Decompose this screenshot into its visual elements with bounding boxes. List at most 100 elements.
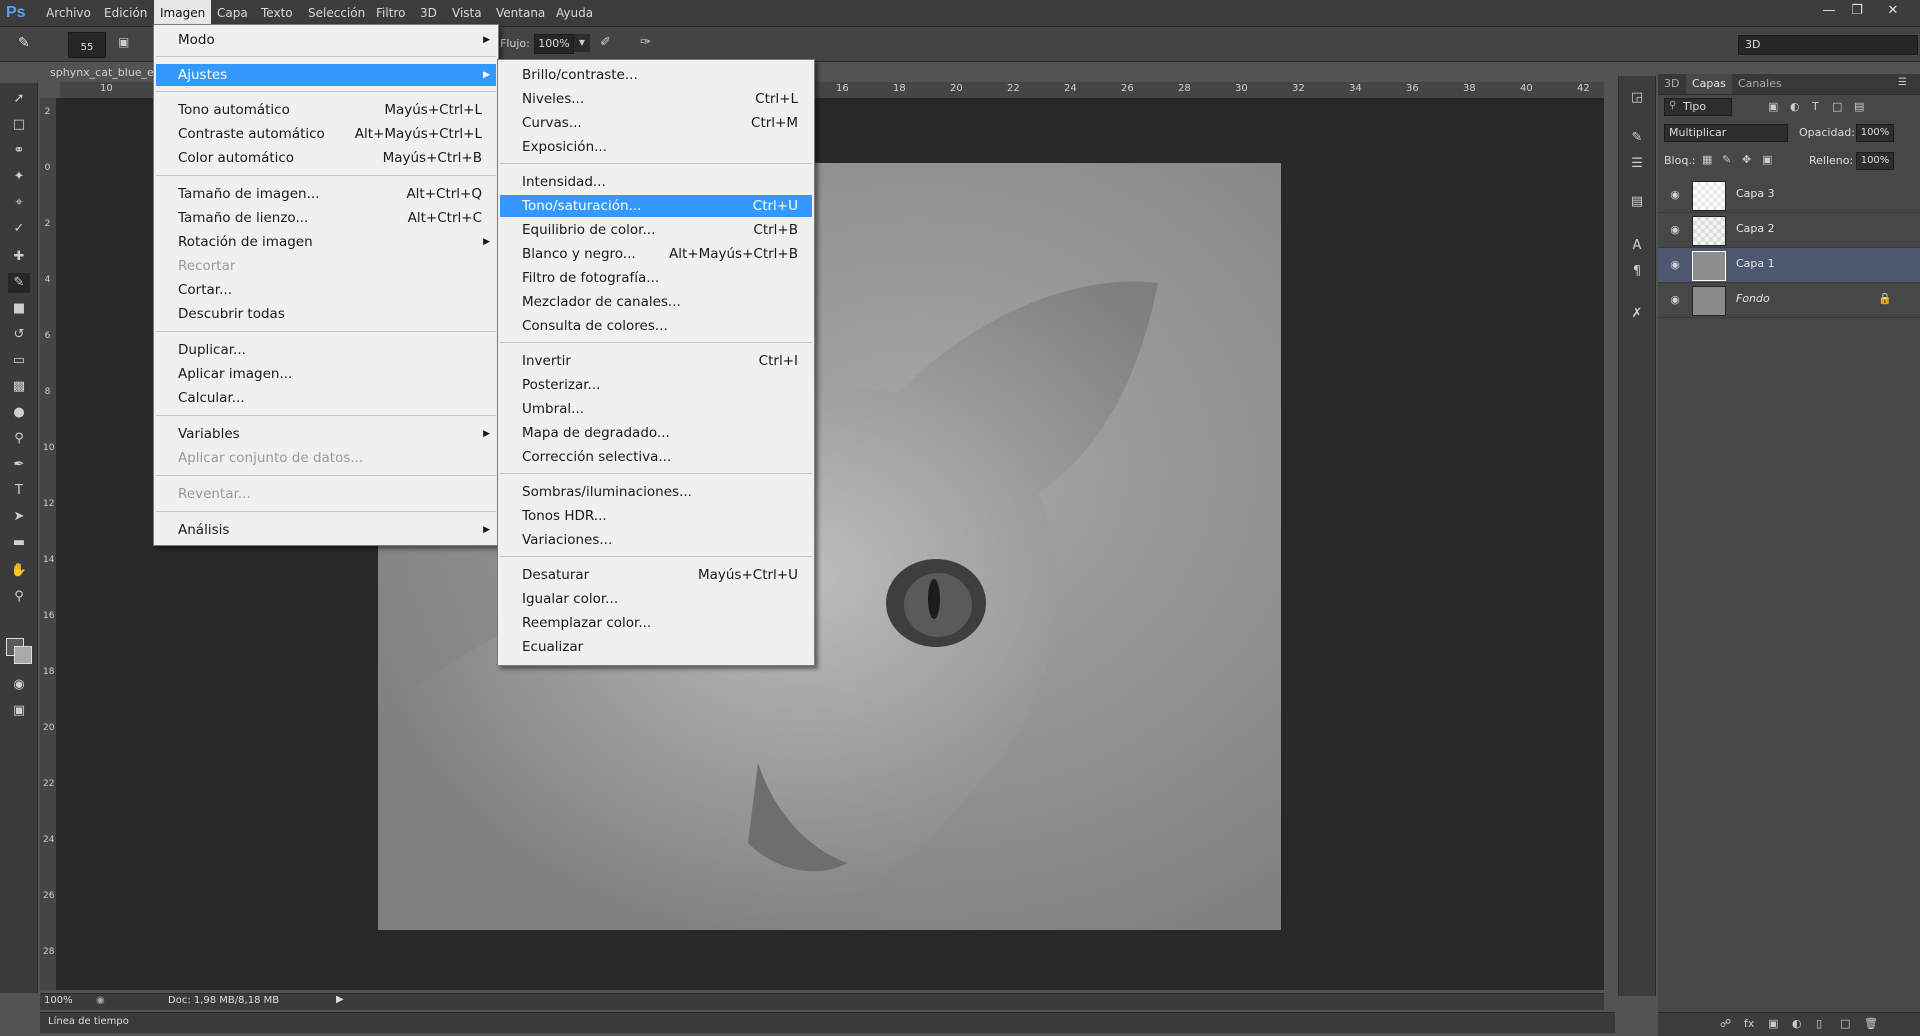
eraser-tool-icon[interactable]: ▭ xyxy=(8,351,30,371)
menu-item-curvas[interactable]: Curvas... Ctrl+M xyxy=(500,112,812,134)
menu-item-invertir[interactable]: Invertir Ctrl+I xyxy=(500,350,812,372)
menu-ayuda[interactable]: Ayuda xyxy=(550,0,599,26)
menu-seleccion[interactable]: Selección xyxy=(302,0,371,26)
menu-item-intensidad[interactable]: Intensidad... xyxy=(500,171,812,193)
menu-item-equilibrio-color[interactable]: Equilibrio de color... Ctrl+B xyxy=(500,219,812,241)
brush-size-picker[interactable]: 55 xyxy=(68,32,106,58)
new-layer-icon[interactable]: □ xyxy=(1840,1017,1850,1030)
menu-item-tamano-imagen[interactable]: Tamaño de imagen... Alt+Ctrl+Q xyxy=(156,183,496,205)
crop-tool-icon[interactable]: ⌖ xyxy=(8,193,30,213)
layer-row[interactable]: ◉ Fondo 🔒 xyxy=(1658,283,1920,318)
menu-item-consulta-colores[interactable]: Consulta de colores... xyxy=(500,315,812,337)
layer-filter-select[interactable]: ⚲ Tipo xyxy=(1664,98,1732,116)
menu-texto[interactable]: Texto xyxy=(255,0,299,26)
add-mask-icon[interactable]: ▣ xyxy=(1768,1017,1778,1030)
brush-panel-icon[interactable]: ▣ xyxy=(118,35,136,53)
menu-item-reventar[interactable]: Reventar... xyxy=(156,483,496,505)
tab-canales[interactable]: Canales xyxy=(1732,74,1788,94)
menu-item-calcular[interactable]: Calcular... xyxy=(156,387,496,409)
history-panel-icon[interactable]: ◲ xyxy=(1627,88,1647,108)
tab-3d[interactable]: 3D xyxy=(1658,74,1685,94)
menu-item-aplicar-imagen[interactable]: Aplicar imagen... xyxy=(156,363,496,385)
visibility-eye-icon[interactable]: ◉ xyxy=(1668,258,1682,272)
menu-item-modo[interactable]: Modo ▶ xyxy=(156,29,496,51)
adjustment-layer-icon[interactable]: ◐ xyxy=(1792,1017,1802,1030)
eyedropper-tool-icon[interactable]: ✓ xyxy=(8,219,30,239)
menu-archivo[interactable]: Archivo xyxy=(40,0,97,26)
gradient-tool-icon[interactable]: ▩ xyxy=(8,377,30,397)
menu-item-tono-saturacion[interactable]: Tono/saturación... Ctrl+U xyxy=(500,195,812,217)
marquee-tool-icon[interactable]: □ xyxy=(8,115,30,135)
status-menu-arrow-icon[interactable]: ▶ xyxy=(336,994,344,1005)
menu-item-umbral[interactable]: Umbral... xyxy=(500,398,812,420)
menu-item-niveles[interactable]: Niveles... Ctrl+L xyxy=(500,88,812,110)
new-group-icon[interactable]: ▯ xyxy=(1816,1017,1822,1030)
menu-item-recortar[interactable]: Recortar xyxy=(156,255,496,277)
menu-capa[interactable]: Capa xyxy=(211,0,254,26)
menu-item-tono-automatico[interactable]: Tono automático Mayús+Ctrl+L xyxy=(156,99,496,121)
background-color-swatch[interactable] xyxy=(14,646,32,664)
menu-item-exposicion[interactable]: Exposición... xyxy=(500,136,812,158)
lock-transparent-icon[interactable]: ▦ xyxy=(1702,153,1712,166)
lasso-tool-icon[interactable]: ⚭ xyxy=(8,141,30,161)
filter-type-icon[interactable]: T xyxy=(1812,100,1819,113)
rectangle-tool-icon[interactable]: ▬ xyxy=(8,533,30,553)
visibility-eye-icon[interactable]: ◉ xyxy=(1668,293,1682,307)
dodge-tool-icon[interactable]: ⚲ xyxy=(8,429,30,449)
zoom-level[interactable]: 100% xyxy=(44,995,73,1006)
brush-presets-icon[interactable]: ✎ xyxy=(1627,128,1647,148)
tab-capas[interactable]: Capas xyxy=(1686,74,1732,94)
link-layers-icon[interactable]: ☍ xyxy=(1720,1017,1731,1030)
clone-stamp-tool-icon[interactable]: ■ xyxy=(8,299,30,319)
menu-item-rotacion-imagen[interactable]: Rotación de imagen ▶ xyxy=(156,231,496,253)
menu-item-variaciones[interactable]: Variaciones... xyxy=(500,529,812,551)
status-export-icon[interactable]: ◉ xyxy=(96,995,105,1006)
blur-tool-icon[interactable]: ● xyxy=(8,403,30,423)
flow-dropdown-icon[interactable]: ▼ xyxy=(574,34,590,52)
menu-item-duplicar[interactable]: Duplicar... xyxy=(156,339,496,361)
adjustments-icon[interactable]: ☰ xyxy=(1627,154,1647,174)
menu-filtro[interactable]: Filtro xyxy=(370,0,411,26)
filter-shape-icon[interactable]: □ xyxy=(1832,100,1842,113)
quick-selection-tool-icon[interactable]: ✦ xyxy=(8,167,30,187)
brush-tool-icon[interactable]: ✎ xyxy=(18,35,40,53)
path-selection-tool-icon[interactable]: ➤ xyxy=(8,507,30,527)
quick-mask-icon[interactable]: ◉ xyxy=(8,675,30,695)
menu-item-tamano-lienzo[interactable]: Tamaño de lienzo... Alt+Ctrl+C xyxy=(156,207,496,229)
zoom-tool-icon[interactable]: ⚲ xyxy=(8,587,30,607)
filter-pixel-icon[interactable]: ▣ xyxy=(1768,100,1778,113)
timeline-tab[interactable]: Línea de tiempo xyxy=(48,1016,129,1027)
layer-row[interactable]: ◉ Capa 2 xyxy=(1658,213,1920,248)
menu-item-ecualizar[interactable]: Ecualizar xyxy=(500,636,812,658)
restore-icon[interactable]: ❐ xyxy=(1846,2,1868,20)
properties-icon[interactable]: ▤ xyxy=(1627,192,1647,212)
visibility-eye-icon[interactable]: ◉ xyxy=(1668,223,1682,237)
menu-item-aplicar-conjunto-datos[interactable]: Aplicar conjunto de datos... xyxy=(156,447,496,469)
menu-item-cortar[interactable]: Cortar... xyxy=(156,279,496,301)
menu-item-desaturar[interactable]: Desaturar Mayús+Ctrl+U xyxy=(500,564,812,586)
minimize-icon[interactable]: — xyxy=(1818,2,1840,20)
visibility-eye-icon[interactable]: ◉ xyxy=(1668,188,1682,202)
move-tool-icon[interactable]: ➚ xyxy=(8,89,30,109)
menu-item-brillo-contraste[interactable]: Brillo/contraste... xyxy=(500,64,812,86)
menu-3d[interactable]: 3D xyxy=(414,0,443,26)
tool-presets-icon[interactable]: ✗ xyxy=(1627,304,1647,324)
delete-layer-icon[interactable]: 🗑 xyxy=(1864,1017,1878,1030)
lock-pixels-icon[interactable]: ✎ xyxy=(1722,153,1731,166)
layer-style-fx-icon[interactable]: fx xyxy=(1744,1017,1754,1030)
menu-vista[interactable]: Vista xyxy=(446,0,488,26)
airbrush-icon[interactable]: ✐ xyxy=(600,35,620,53)
paragraph-panel-icon[interactable]: ¶ xyxy=(1627,262,1647,282)
menu-item-mezclador-canales[interactable]: Mezclador de canales... xyxy=(500,291,812,313)
flow-input[interactable]: 100% xyxy=(534,34,574,54)
healing-brush-tool-icon[interactable]: ✚ xyxy=(8,247,30,267)
menu-item-color-automatico[interactable]: Color automático Mayús+Ctrl+B xyxy=(156,147,496,169)
menu-edicion[interactable]: Edición xyxy=(98,0,153,26)
menu-item-analisis[interactable]: Análisis ▶ xyxy=(156,519,496,541)
menu-item-ajustes[interactable]: Ajustes ▶ xyxy=(156,64,496,86)
workspace-select[interactable]: 3D xyxy=(1738,35,1918,55)
menu-item-filtro-fotografia[interactable]: Filtro de fotografía... xyxy=(500,267,812,289)
layer-row[interactable]: ◉ Capa 1 xyxy=(1658,248,1920,283)
menu-item-tonos-hdr[interactable]: Tonos HDR... xyxy=(500,505,812,527)
pen-tool-icon[interactable]: ✒ xyxy=(8,455,30,475)
